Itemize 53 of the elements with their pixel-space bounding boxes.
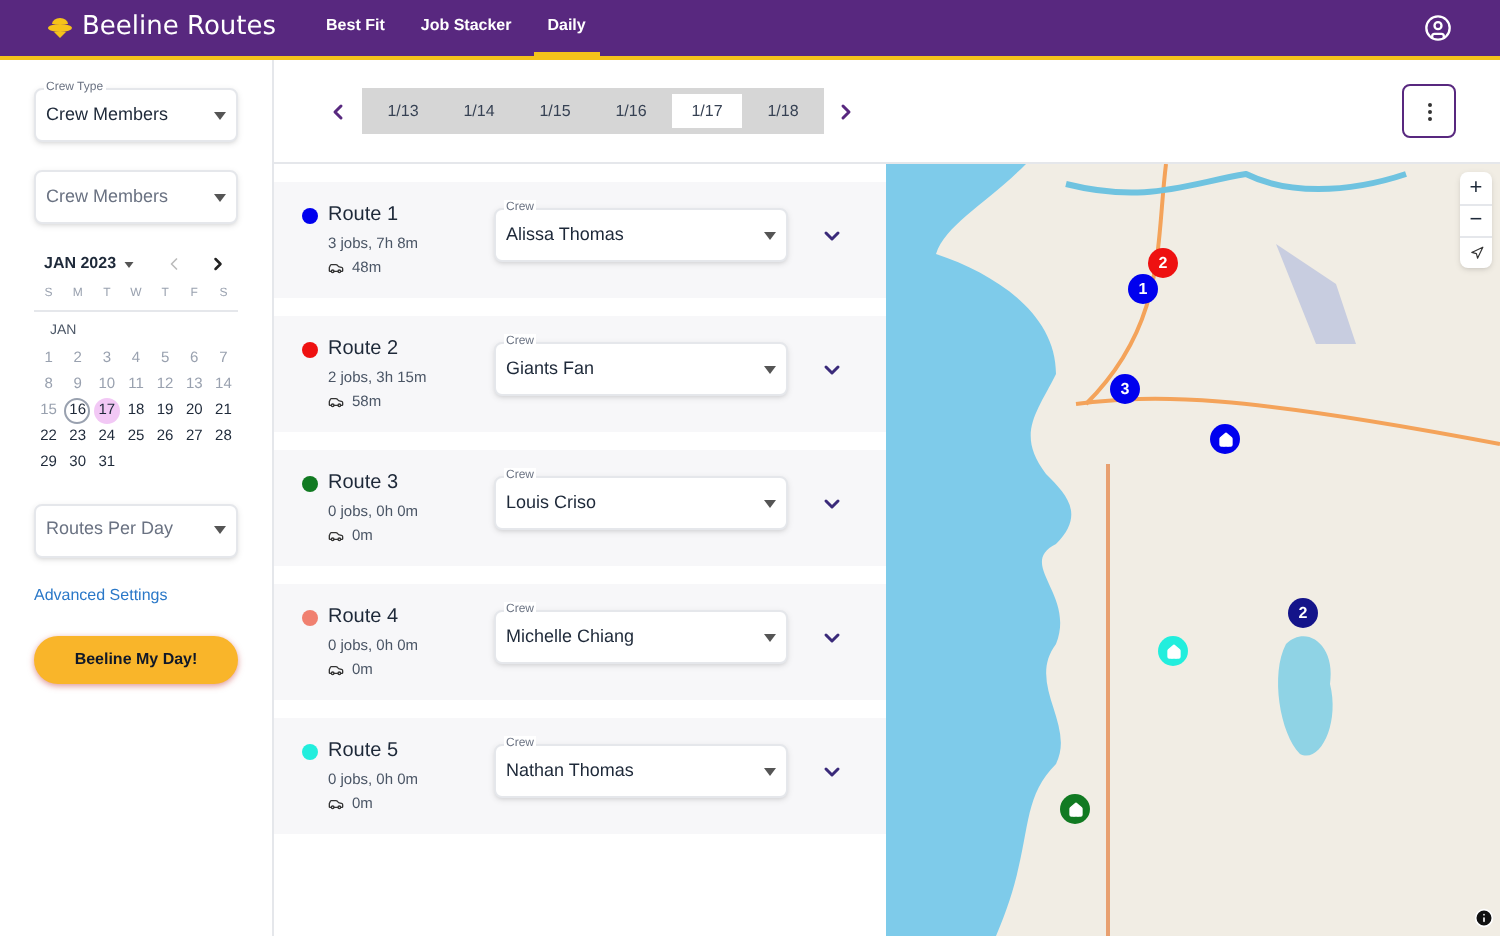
- field-value: Crew Members: [46, 101, 169, 128]
- route-name: Route 5: [328, 738, 399, 766]
- field-value: Alissa Thomas: [506, 221, 624, 248]
- dropdown-caret-icon: [764, 365, 776, 373]
- nav-tab[interactable]: Daily: [533, 0, 600, 56]
- zoom-out-button[interactable]: −: [1460, 204, 1492, 236]
- home-icon: [1165, 643, 1181, 659]
- dropdown-caret-icon: [764, 499, 776, 507]
- nav-tab[interactable]: Best Fit: [312, 0, 399, 56]
- date-tab[interactable]: 1/15: [520, 94, 590, 128]
- route-name: Route 4: [328, 604, 399, 632]
- dropdown-caret-icon: [214, 111, 226, 119]
- routes-per-day-select[interactable]: Routes Per Day: [34, 503, 238, 557]
- more-options-button[interactable]: [1402, 84, 1456, 138]
- field-placeholder: Routes Per Day: [46, 516, 174, 543]
- calendar-month[interactable]: JAN 2023: [44, 252, 117, 276]
- car-icon: [328, 661, 344, 678]
- date-tab[interactable]: 1/14: [444, 94, 514, 128]
- field-value: Michelle Chiang: [506, 623, 635, 650]
- field-value: Nathan Thomas: [506, 757, 634, 784]
- date-tab[interactable]: 1/18: [748, 94, 818, 128]
- next-month-icon[interactable]: [208, 254, 228, 274]
- car-icon: [328, 259, 344, 276]
- route-name: Route 3: [328, 470, 399, 498]
- home-icon: [1067, 801, 1083, 817]
- zoom-in-button[interactable]: +: [1460, 172, 1492, 204]
- dropdown-caret-icon: [764, 767, 776, 775]
- route-name: Route 2: [328, 336, 399, 364]
- route-name: Route 1: [328, 202, 399, 230]
- date-tab[interactable]: 1/16: [596, 94, 666, 128]
- date-tab[interactable]: 1/17: [672, 94, 742, 128]
- car-icon: [328, 527, 344, 544]
- home-icon: [1217, 431, 1233, 447]
- advanced-settings-link[interactable]: Advanced Settings: [34, 583, 238, 607]
- dropdown-caret-icon: [214, 193, 226, 201]
- field-value: Louis Criso: [506, 489, 597, 516]
- car-icon: [328, 795, 344, 812]
- bee-logo-icon: [48, 18, 72, 38]
- date-tab[interactable]: 1/13: [368, 94, 438, 128]
- dropdown-caret-icon: [124, 261, 135, 267]
- dropdown-caret-icon: [214, 526, 226, 534]
- brand-name: Beeline Routes: [82, 10, 277, 47]
- crew-members-select[interactable]: Crew Members: [34, 170, 238, 224]
- dropdown-caret-icon: [764, 231, 776, 239]
- account-icon[interactable]: [1424, 14, 1452, 42]
- nav-tab[interactable]: Job Stacker: [406, 0, 526, 56]
- field-placeholder: Crew Members: [46, 183, 169, 210]
- compass-icon[interactable]: [1469, 246, 1483, 260]
- map-view[interactable]: 2 1 3 2 + −: [886, 164, 1500, 936]
- field-value: Giants Fan: [506, 355, 595, 382]
- car-icon: [328, 393, 344, 410]
- dropdown-caret-icon: [764, 633, 776, 641]
- beeline-my-day-button[interactable]: Beeline My Day!: [34, 635, 238, 683]
